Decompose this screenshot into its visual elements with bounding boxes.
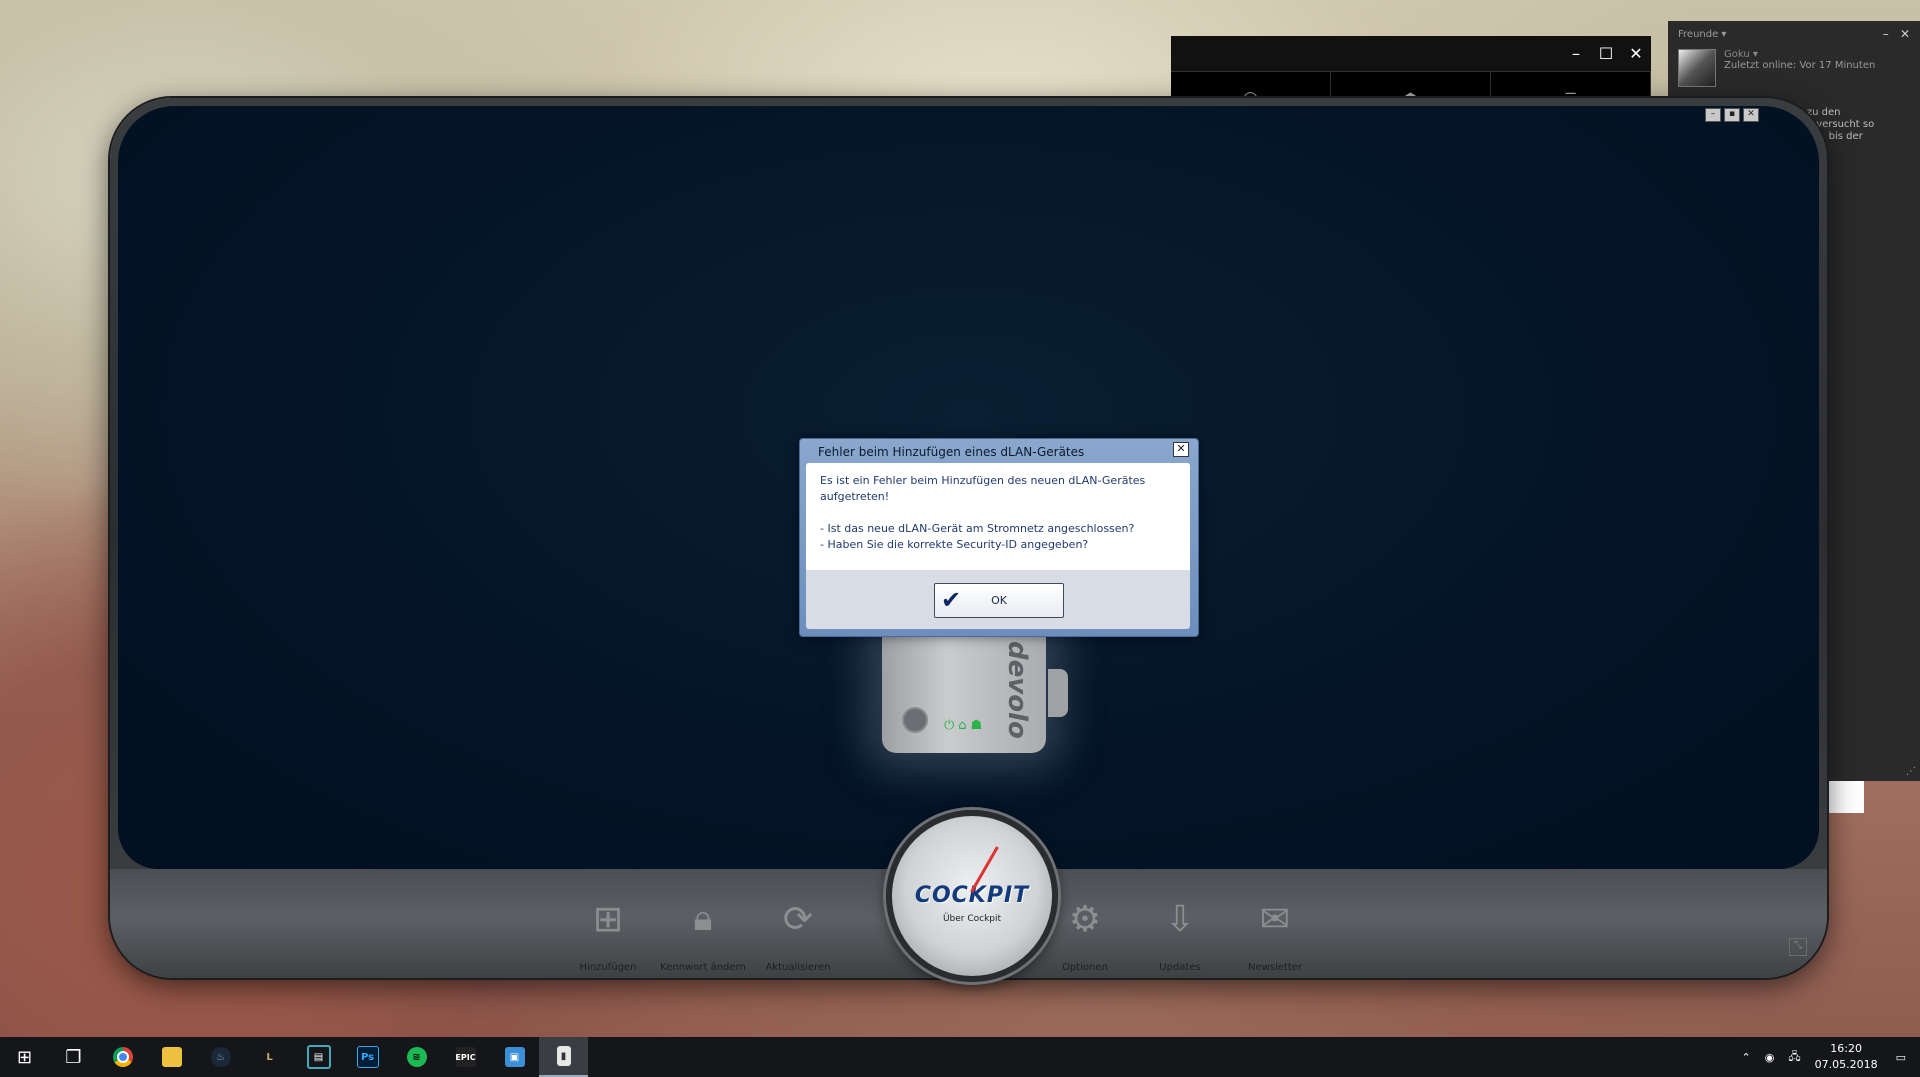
photoshop-icon[interactable]: Ps [343,1037,392,1077]
remote-desktop-icon[interactable]: ▣ [490,1037,539,1077]
status-leds: ⏻⌂☗ [944,718,987,733]
cockpit-taskbar-icon[interactable]: ▮ [539,1037,588,1077]
resize-grip-icon[interactable]: ⋰ [1906,766,1916,777]
notification-icon[interactable]: ▭ [1896,1051,1906,1064]
avatar [1678,49,1716,87]
close-button[interactable]: ✕ [1743,108,1759,122]
dialog-message: Es ist ein Fehler beim Hinzufügen des ne… [806,463,1190,570]
envelope-icon: ✉ [1259,898,1291,940]
options-button[interactable]: ⚙ Optionen [1037,894,1133,974]
windows-start-icon[interactable]: ⊞ [0,1037,49,1077]
friend-entry[interactable]: Goku ▾ Zuletzt online: Vor 17 Minuten [1668,47,1920,89]
league-of-legends-icon[interactable]: L [245,1037,294,1077]
error-dialog: Fehler beim Hinzufügen eines dLAN-Geräte… [799,438,1199,637]
friends-title[interactable]: Freunde ▾ [1678,29,1726,40]
minimize-button[interactable]: – [1705,108,1721,122]
task-view-icon[interactable]: ❐ [49,1037,98,1077]
download-arrow-icon: ⇩ [1164,898,1196,940]
chevron-up-icon[interactable]: ⌃ [1742,1051,1751,1064]
record-icon[interactable]: ◉ [1765,1051,1775,1064]
system-tray: ⌃ ◉ 🖧︎ 16:20 07.05.2018 ▭ [1742,1037,1920,1077]
device-tab [1048,669,1068,717]
minimize-button[interactable]: – [1883,27,1889,41]
friends-header: Freunde ▾ – ✕ [1668,21,1920,47]
newsletter-button[interactable]: ✉ Newsletter [1227,894,1323,974]
taskbar: ⊞ ❐ ♨ L ▤ Ps ≋ EPIC ▣ ▮ ⌃ ◉ 🖧︎ 16:20 07.… [0,1037,1920,1077]
updates-button[interactable]: ⇩ Updates [1132,894,1228,974]
dialog-title: Fehler beim Hinzufügen eines dLAN-Geräte… [818,445,1085,459]
epic-games-icon[interactable]: EPIC [441,1037,490,1077]
dialog-body: Es ist ein Fehler beim Hinzufügen des ne… [806,463,1190,629]
maximize-button[interactable]: ☐ [1591,44,1621,63]
resize-icon[interactable]: ⤡ [1789,938,1807,956]
chrome-icon[interactable] [98,1037,147,1077]
device-brand: devolo [1002,641,1032,739]
checkmark-icon: ✔ [941,586,962,614]
about-cockpit-button[interactable]: COCKPIT Über Cockpit [886,810,1058,982]
lock-icon: 🔒︎ [693,898,713,939]
blank-panel [1829,781,1864,813]
network-icon[interactable]: 🖧︎ [1788,1048,1800,1067]
file-explorer-icon[interactable] [147,1037,196,1077]
add-button[interactable]: ⊞ Hinzufügen [560,894,656,974]
maximize-button[interactable]: ▪ [1724,108,1740,122]
socket-icon [902,707,928,733]
clock[interactable]: 16:20 07.05.2018 [1815,1041,1878,1073]
close-icon[interactable]: ✕ [1173,442,1189,457]
refresh-icon: ⟳ [782,898,814,940]
close-button[interactable]: ✕ [1900,27,1910,41]
minimize-button[interactable]: – [1561,44,1591,63]
media-titlebar: – ☐ ✕ [1171,36,1651,71]
spotify-icon[interactable]: ≋ [392,1037,441,1077]
window-controls: – ▪ ✕ [1705,108,1759,122]
gear-icon: ⚙ [1068,898,1102,940]
dlan-device[interactable]: ⏻⌂☗ devolo [882,631,1068,753]
about-label: Über Cockpit [942,913,1002,924]
media-player-window: – ☐ ✕ ◯ ⬢ ☰ [1171,36,1651,107]
video-editor-icon[interactable]: ▤ [294,1037,343,1077]
add-device-icon: ⊞ [592,898,624,940]
close-button[interactable]: ✕ [1621,44,1651,63]
steam-icon[interactable]: ♨ [196,1037,245,1077]
change-password-button[interactable]: 🔒︎ Kennwort ändern [655,894,751,973]
refresh-button[interactable]: ⟳ Aktualisieren [750,894,846,974]
friend-status: Zuletzt online: Vor 17 Minuten [1724,60,1876,71]
friend-name: Goku ▾ [1724,49,1758,60]
ok-button[interactable]: ✔ OK [934,583,1064,618]
